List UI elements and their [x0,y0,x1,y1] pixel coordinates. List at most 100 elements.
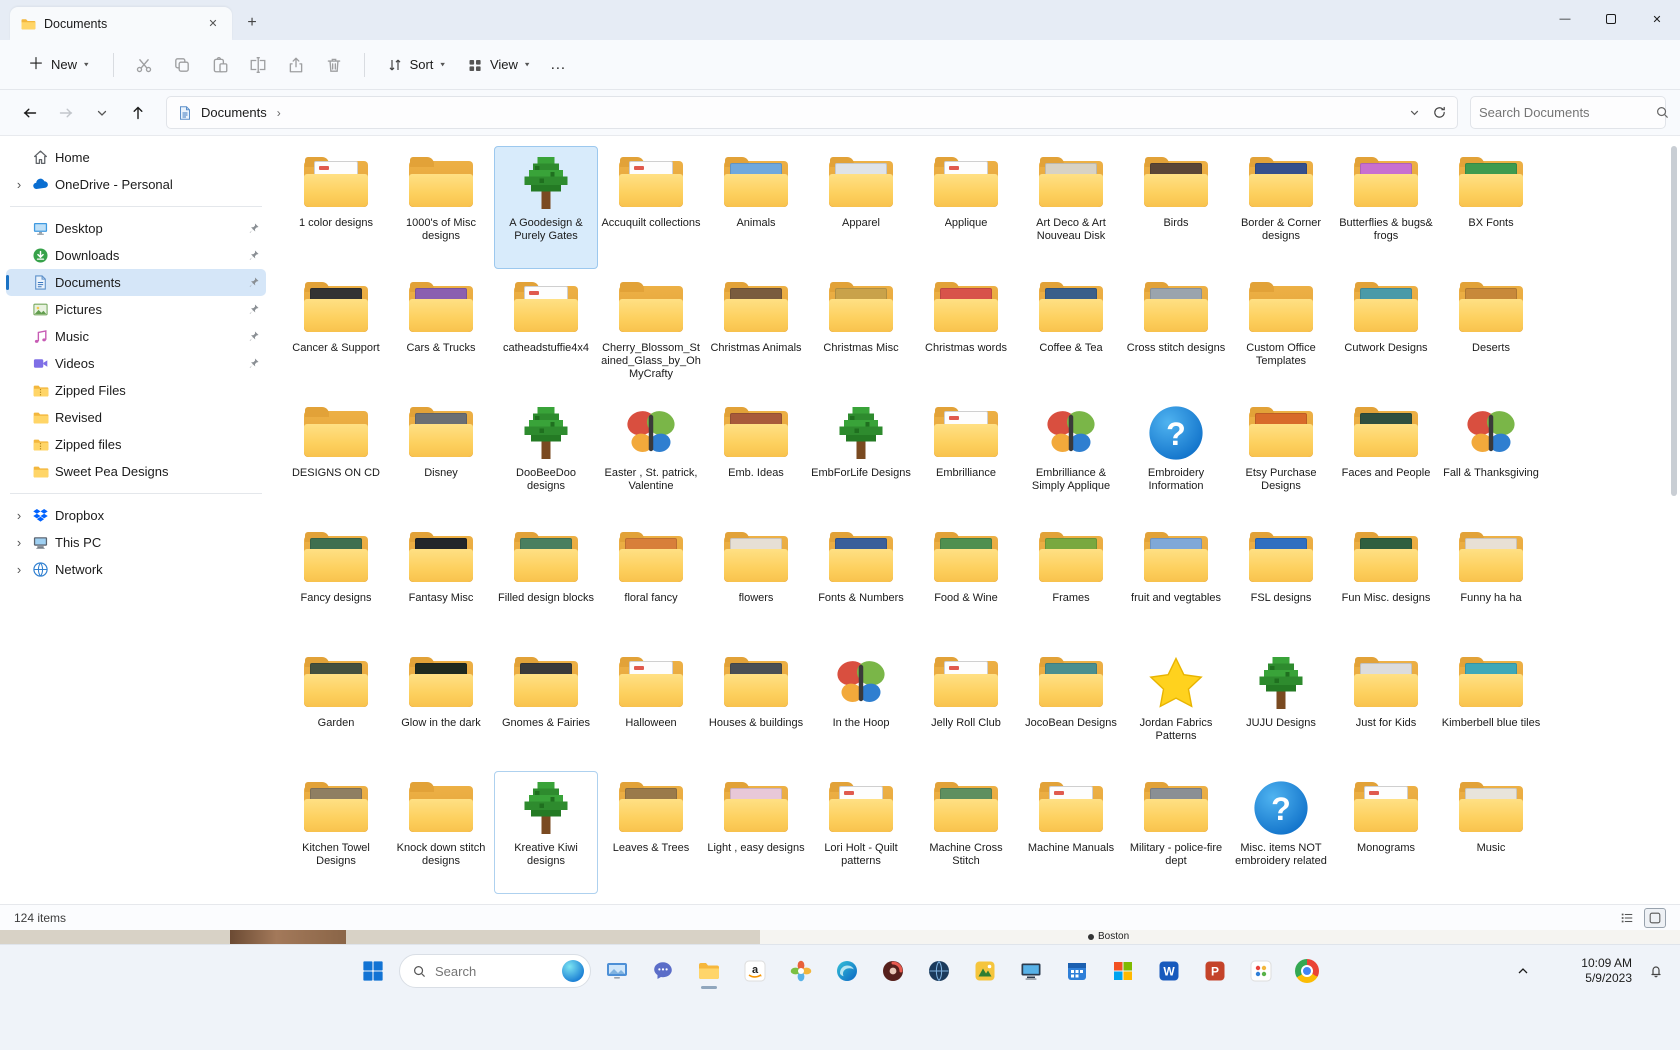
sort-button[interactable]: Sort ▾ [377,50,455,80]
folder-item-coffee-tea[interactable]: Coffee & Tea [1019,271,1123,394]
paint-app-icon[interactable] [1241,951,1281,991]
folder-item-food-wine[interactable]: Food & Wine [914,521,1018,644]
folder-item-embroidery-information[interactable]: ? Embroidery Information [1124,396,1228,519]
sidebar-item-zipped-files[interactable]: Zipped Files [6,377,266,404]
paste-button[interactable] [202,47,238,83]
folder-item-butterflies-bugs-frogs[interactable]: Butterflies & bugs& frogs [1334,146,1438,269]
tab-close-icon[interactable]: ✕ [204,15,222,33]
sidebar-item-this-pc[interactable]: › This PC [6,529,266,556]
folder-item-glow-in-the-dark[interactable]: Glow in the dark [389,646,493,769]
folder-item-fancy-designs[interactable]: Fancy designs [284,521,388,644]
sidebar-item-network[interactable]: › Network [6,556,266,583]
delete-button[interactable] [316,47,352,83]
folder-item-disney[interactable]: Disney [389,396,493,519]
folder-item-art-deco-art-nouveau-disk[interactable]: Art Deco & Art Nouveau Disk [1019,146,1123,269]
notifications-icon[interactable] [1642,957,1670,985]
folder-item-designs-on-cd[interactable]: DESIGNS ON CD [284,396,388,519]
chrome-icon[interactable] [1287,951,1327,991]
folder-item-fall-thanksgiving[interactable]: Fall & Thanksgiving [1439,396,1543,519]
microsoft-app-icon[interactable] [1103,951,1143,991]
folder-item-kreative-kiwi-designs[interactable]: Kreative Kiwi designs [494,771,598,894]
file-explorer-icon[interactable] [689,951,729,991]
copy-button[interactable] [164,47,200,83]
search-box[interactable] [1470,96,1668,129]
folder-item-kitchen-towel-designs[interactable]: Kitchen Towel Designs [284,771,388,894]
folder-item-faces-and-people[interactable]: Faces and People [1334,396,1438,519]
powerpoint-icon[interactable]: P [1195,951,1235,991]
media-app-icon[interactable] [873,951,913,991]
folder-item-just-for-kids[interactable]: Just for Kids [1334,646,1438,769]
sidebar-item-videos[interactable]: Videos [6,350,266,377]
taskbar-search-box[interactable] [399,954,591,988]
new-button[interactable]: ＋ New ▾ [16,50,101,80]
recent-locations-chevron[interactable] [86,97,118,129]
view-button[interactable]: View ▾ [457,50,539,80]
folder-item-emb-ideas[interactable]: Emb. Ideas [704,396,808,519]
folder-item-frames[interactable]: Frames [1019,521,1123,644]
folder-item-custom-office-templates[interactable]: Custom Office Templates [1229,271,1333,394]
sidebar-item-downloads[interactable]: Downloads [6,242,266,269]
chevron-expand-icon[interactable]: › [12,562,26,577]
folder-item-etsy-purchase-designs[interactable]: Etsy Purchase Designs [1229,396,1333,519]
gallery-app-icon[interactable] [965,951,1005,991]
folder-item-border-corner-designs[interactable]: Border & Corner designs [1229,146,1333,269]
folder-item-floral-fancy[interactable]: floral fancy [599,521,703,644]
folder-item-christmas-animals[interactable]: Christmas Animals [704,271,808,394]
folder-item-1-color-designs[interactable]: 1 color designs [284,146,388,269]
folder-item-cars-trucks[interactable]: Cars & Trucks [389,271,493,394]
folder-item-light-easy-designs[interactable]: Light , easy designs [704,771,808,894]
folder-item-jocobean-designs[interactable]: JocoBean Designs [1019,646,1123,769]
clock[interactable]: 10:09 AM 5/9/2023 [1581,956,1632,986]
search-input[interactable] [1479,105,1655,120]
large-icons-view-toggle[interactable] [1644,907,1666,928]
sidebar-item-dropbox[interactable]: › Dropbox [6,502,266,529]
folder-item-deserts[interactable]: Deserts [1439,271,1543,394]
chevron-right-icon[interactable]: › [275,106,283,120]
folder-item-knock-down-stitch-designs[interactable]: Knock down stitch designs [389,771,493,894]
taskbar-search-input[interactable] [435,963,554,979]
new-tab-button[interactable]: + [238,9,266,37]
folder-item-catheadstuffie4x4[interactable]: catheadstuffie4x4 [494,271,598,394]
sidebar-item-revised[interactable]: Revised [6,404,266,431]
share-button[interactable] [278,47,314,83]
sidebar-item-music[interactable]: Music [6,323,266,350]
folder-item-cherry-blossom-stained-glass-by-ohmycrafty[interactable]: Cherry_Blossom_Stained_Glass_by_OhMyCraf… [599,271,703,394]
folder-item-filled-design-blocks[interactable]: Filled design blocks [494,521,598,644]
up-button[interactable] [122,97,154,129]
cut-button[interactable] [126,47,162,83]
folder-item-christmas-misc[interactable]: Christmas Misc [809,271,913,394]
breadcrumb-documents[interactable]: Documents [201,105,267,120]
word-icon[interactable]: W [1149,951,1189,991]
folder-item-applique[interactable]: Applique [914,146,1018,269]
folder-item-accuquilt-collections[interactable]: Accuquilt collections [599,146,703,269]
folder-item-christmas-words[interactable]: Christmas words [914,271,1018,394]
folder-item-cross-stitch-designs[interactable]: Cross stitch designs [1124,271,1228,394]
photos-icon[interactable] [781,951,821,991]
folder-item-easter-st-patrick-valentine[interactable]: Easter , St. patrick, Valentine [599,396,703,519]
folder-item-animals[interactable]: Animals [704,146,808,269]
folder-item-a-goodesign-purely-gates[interactable]: A Goodesign & Purely Gates [494,146,598,269]
sidebar-item-sweet-pea-designs[interactable]: Sweet Pea Designs [6,458,266,485]
folder-item-cancer-support[interactable]: Cancer & Support [284,271,388,394]
chevron-expand-icon[interactable]: › [12,508,26,523]
address-dropdown-icon[interactable] [1407,105,1422,120]
chevron-expand-icon[interactable]: › [12,535,26,550]
folder-item-leaves-trees[interactable]: Leaves & Trees [599,771,703,894]
close-button[interactable]: ✕ [1634,0,1680,38]
folder-item-garden[interactable]: Garden [284,646,388,769]
folder-item-machine-manuals[interactable]: Machine Manuals [1019,771,1123,894]
folder-item-music[interactable]: Music [1439,771,1543,894]
folder-item-in-the-hoop[interactable]: In the Hoop [809,646,913,769]
breadcrumb-bar[interactable]: Documents › [166,96,1458,129]
pc-app-icon[interactable] [1011,951,1051,991]
folder-item-fsl-designs[interactable]: FSL designs [1229,521,1333,644]
folder-item-bx-fonts[interactable]: BX Fonts [1439,146,1543,269]
folder-item-kimberbell-blue-tiles[interactable]: Kimberbell blue tiles [1439,646,1543,769]
folder-item-1000-s-of-misc-designs[interactable]: 1000's of Misc designs [389,146,493,269]
folder-item-juju-designs[interactable]: JUJU Designs [1229,646,1333,769]
calendar-app-icon[interactable] [1057,951,1097,991]
folder-item-machine-cross-stitch[interactable]: Machine Cross Stitch [914,771,1018,894]
folder-item-fun-misc-designs[interactable]: Fun Misc. designs [1334,521,1438,644]
folder-item-fonts-numbers[interactable]: Fonts & Numbers [809,521,913,644]
monitor-app-icon[interactable] [597,951,637,991]
